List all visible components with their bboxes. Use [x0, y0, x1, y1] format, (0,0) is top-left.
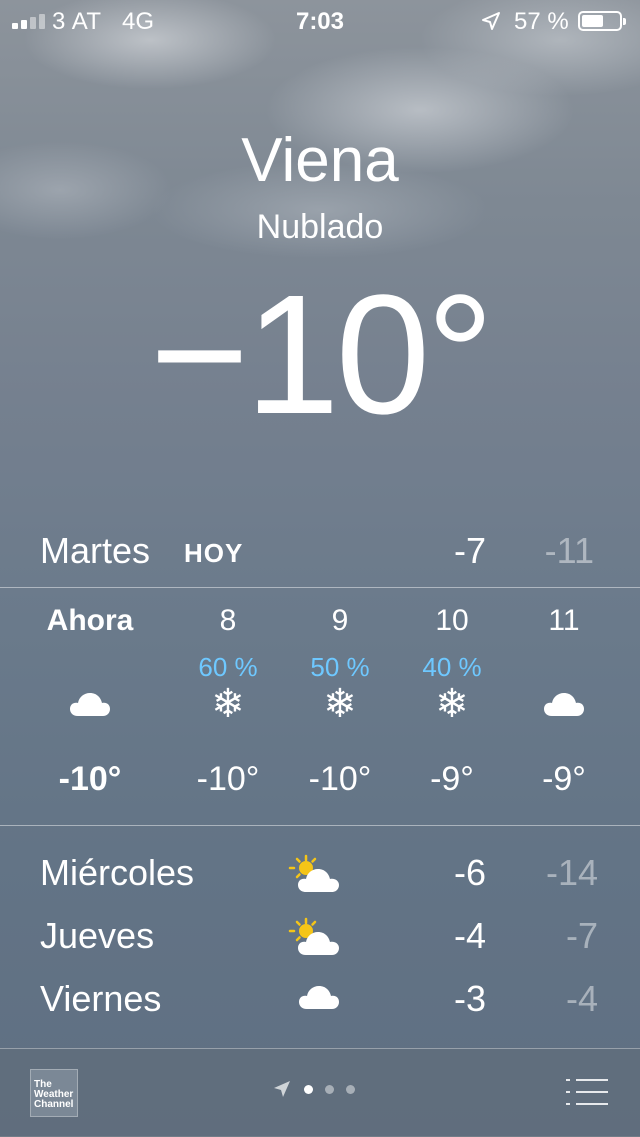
- hour-temperature: -9°: [542, 760, 586, 798]
- page-dot[interactable]: [325, 1084, 334, 1094]
- cloud-icon: [299, 986, 339, 1009]
- today-row: Martes HOY -7 -11: [0, 530, 640, 574]
- hourly-item: 8 60 % ❄ -10°: [172, 588, 284, 824]
- hourly-item: 11 -9°: [508, 588, 620, 824]
- today-day-name: Martes: [40, 530, 151, 571]
- today-badge: HOY: [184, 538, 244, 568]
- today-high: -7: [453, 530, 486, 571]
- city-list-icon[interactable]: [566, 1077, 608, 1107]
- partly-sunny-icon: [288, 917, 339, 955]
- cloud-icon: [508, 684, 620, 724]
- daily-row: Jueves -4 -7: [0, 911, 640, 961]
- page-dot[interactable]: [346, 1084, 355, 1094]
- precipitation-chance: 40 %: [422, 652, 482, 682]
- weather-channel-logo[interactable]: The Weather Channel: [30, 1069, 78, 1117]
- hour-temperature: -10°: [58, 760, 122, 798]
- hour-label: 11: [548, 604, 580, 637]
- day-high: -4: [453, 915, 486, 956]
- hourly-item: 9 50 % ❄ -10°: [284, 588, 396, 824]
- day-low: -4: [565, 978, 598, 1019]
- daily-row: Miércoles -6 -14: [0, 848, 640, 898]
- cloud-icon: [34, 684, 146, 724]
- page-dot-active[interactable]: [304, 1084, 313, 1094]
- hour-temperature: -9°: [430, 760, 474, 798]
- snowflake-icon: ❄: [323, 682, 357, 726]
- location-arrow-icon: [482, 12, 500, 30]
- hourly-forecast[interactable]: Ahora -10° 8 60 % ❄ -10° 9 50 % ❄ -10° 1…: [0, 588, 640, 824]
- hour-label: 10: [435, 604, 469, 637]
- day-name: Jueves: [40, 915, 155, 956]
- day-name: Miércoles: [40, 852, 195, 893]
- battery-percentage: 57 %: [514, 8, 569, 35]
- hour-temperature: -10°: [308, 760, 372, 798]
- day-high: -6: [453, 852, 486, 893]
- weather-condition: Nublado: [256, 208, 384, 246]
- hourly-item: 10 40 % ❄ -9°: [396, 588, 508, 824]
- page-indicator[interactable]: [272, 1079, 355, 1099]
- snowflake-icon: ❄: [435, 682, 469, 726]
- snowflake-icon: ❄: [211, 682, 245, 726]
- city-name: Viena: [241, 126, 399, 195]
- bottom-toolbar: The Weather Channel: [0, 1048, 640, 1137]
- status-bar: 3 AT 4G 7:03 57 %: [0, 0, 640, 40]
- hour-label: 8: [219, 604, 237, 637]
- hour-label: Ahora: [46, 604, 134, 637]
- precipitation-chance: 60 %: [198, 652, 258, 682]
- current-temperature: −10°: [149, 260, 494, 450]
- divider: [0, 825, 640, 826]
- today-low: -11: [544, 530, 594, 571]
- battery-icon: [578, 11, 626, 31]
- partly-sunny-icon: [288, 854, 339, 892]
- location-arrow-icon: [274, 1081, 290, 1097]
- day-low: -7: [565, 915, 598, 956]
- precipitation-chance: 50 %: [310, 652, 370, 682]
- hour-label: 9: [331, 604, 349, 637]
- day-high: -3: [453, 978, 486, 1019]
- day-name: Viernes: [40, 978, 162, 1019]
- day-low: -14: [545, 852, 598, 893]
- hour-temperature: -10°: [196, 760, 260, 798]
- hourly-item: Ahora -10°: [34, 588, 146, 824]
- daily-row: Viernes -3 -4: [0, 974, 640, 1024]
